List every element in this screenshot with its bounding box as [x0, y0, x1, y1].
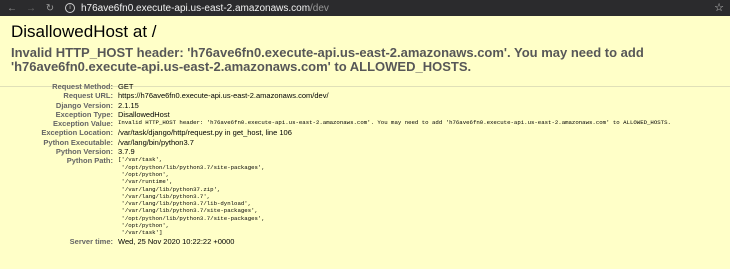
python-path-entry: '/opt/python', — [118, 222, 170, 230]
back-arrow-icon[interactable]: ← — [5, 3, 19, 14]
python-path-entry: ['/var/task', — [118, 156, 163, 164]
meta-label: Request Method: — [52, 82, 113, 91]
meta-label: Exception Location: — [41, 128, 113, 138]
meta-row-exception-type: Exception Type: DisallowedHost — [0, 110, 671, 119]
meta-value: 2.1.15 — [118, 100, 139, 110]
meta-row-django-version: Django Version: 2.1.15 — [0, 101, 671, 110]
page-title: DisallowedHost at / — [11, 22, 157, 41]
python-path-entry: '/opt/python/lib/python3.7/site-packages… — [118, 163, 265, 171]
meta-value: https://h76ave6fn0.execute-api.us-east-2… — [118, 91, 329, 101]
meta-value: ['/var/task', '/opt/python/lib/python3.7… — [118, 156, 671, 236]
meta-row-python-path: Python Path: ['/var/task', '/opt/python/… — [0, 156, 671, 236]
meta-row-request-url: Request URL: https://h76ave6fn0.execute-… — [0, 91, 671, 100]
meta-label: Python Version: — [55, 147, 113, 157]
meta-value: Wed, 25 Nov 2020 10:22:22 +0000 — [118, 236, 235, 246]
meta-label: Exception Value: — [52, 119, 113, 129]
meta-label: Python Path: — [66, 156, 113, 166]
meta-label: Server time: — [69, 236, 113, 246]
python-path-entry: '/opt/python/lib/python3.7/site-packages… — [118, 214, 265, 222]
meta-label: Request URL: — [63, 91, 113, 101]
error-summary: DisallowedHost at / Invalid HTTP_HOST he… — [0, 16, 730, 87]
request-meta-table: Request Method: GET Request URL: https:/… — [0, 82, 671, 246]
meta-label: Exception Type: — [55, 109, 113, 119]
meta-row-exception-value: Exception Value: Invalid HTTP_HOST heade… — [0, 119, 671, 128]
python-path-entry: '/var/lang/lib/python3.7/site-packages', — [118, 207, 258, 215]
url-path: /dev — [310, 2, 329, 14]
address-bar[interactable]: h76ave6fn0.execute-api.us-east-2.amazona… — [81, 3, 329, 14]
forward-arrow-icon[interactable]: → — [24, 3, 38, 14]
meta-row-python-version: Python Version: 3.7.9 — [0, 147, 671, 156]
meta-value: Invalid HTTP_HOST header: 'h76ave6fn0.ex… — [118, 119, 671, 127]
meta-label: Python Executable: — [43, 137, 113, 147]
reload-icon[interactable]: ↻ — [43, 3, 57, 14]
meta-row-exception-location: Exception Location: /var/task/django/htt… — [0, 128, 671, 137]
meta-value: /var/task/django/http/request.py in get_… — [118, 128, 292, 138]
meta-row-request-method: Request Method: GET — [0, 82, 671, 91]
meta-label: Django Version: — [55, 100, 113, 110]
python-path-entry: '/var/task'] — [118, 229, 163, 237]
python-path-entry: '/var/runtime', — [118, 178, 173, 186]
meta-row-python-executable: Python Executable: /var/lang/bin/python3… — [0, 138, 671, 147]
url-host: h76ave6fn0.execute-api.us-east-2.amazona… — [81, 2, 311, 14]
bookmark-star-icon[interactable]: ☆ — [714, 1, 724, 14]
python-path-list: ['/var/task', '/opt/python/lib/python3.7… — [118, 156, 671, 236]
meta-value: 3.7.9 — [118, 147, 135, 157]
python-path-entry: '/var/lang/lib/python3.7', — [118, 192, 211, 200]
browser-toolbar: ← → ↻ i h76ave6fn0.execute-api.us-east-2… — [0, 0, 730, 16]
python-path-entry: '/var/lang/lib/python3.7/lib-dynload', — [118, 200, 252, 208]
python-path-entry: '/opt/python', — [118, 170, 170, 178]
meta-value: /var/lang/bin/python3.7 — [118, 137, 194, 147]
meta-value: GET — [118, 82, 134, 91]
python-path-entry: '/var/lang/lib/python37.zip', — [118, 185, 221, 193]
meta-value: DisallowedHost — [118, 109, 170, 119]
exception-value-heading: Invalid HTTP_HOST header: 'h76ave6fn0.ex… — [11, 45, 644, 74]
meta-row-server-time: Server time: Wed, 25 Nov 2020 10:22:22 +… — [0, 237, 671, 246]
site-info-icon[interactable]: i — [65, 3, 75, 13]
